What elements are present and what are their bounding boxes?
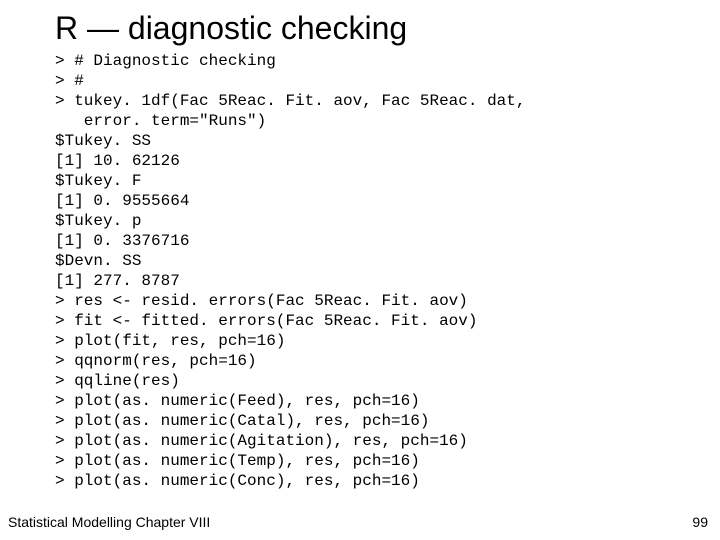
footer-page-number: 99	[692, 514, 708, 530]
slide-title: R — diagnostic checking	[55, 10, 720, 47]
footer-left: Statistical Modelling Chapter VIII	[8, 514, 210, 530]
code-block: > # Diagnostic checking > # > tukey. 1df…	[55, 51, 720, 491]
slide-container: R — diagnostic checking > # Diagnostic c…	[0, 0, 720, 540]
